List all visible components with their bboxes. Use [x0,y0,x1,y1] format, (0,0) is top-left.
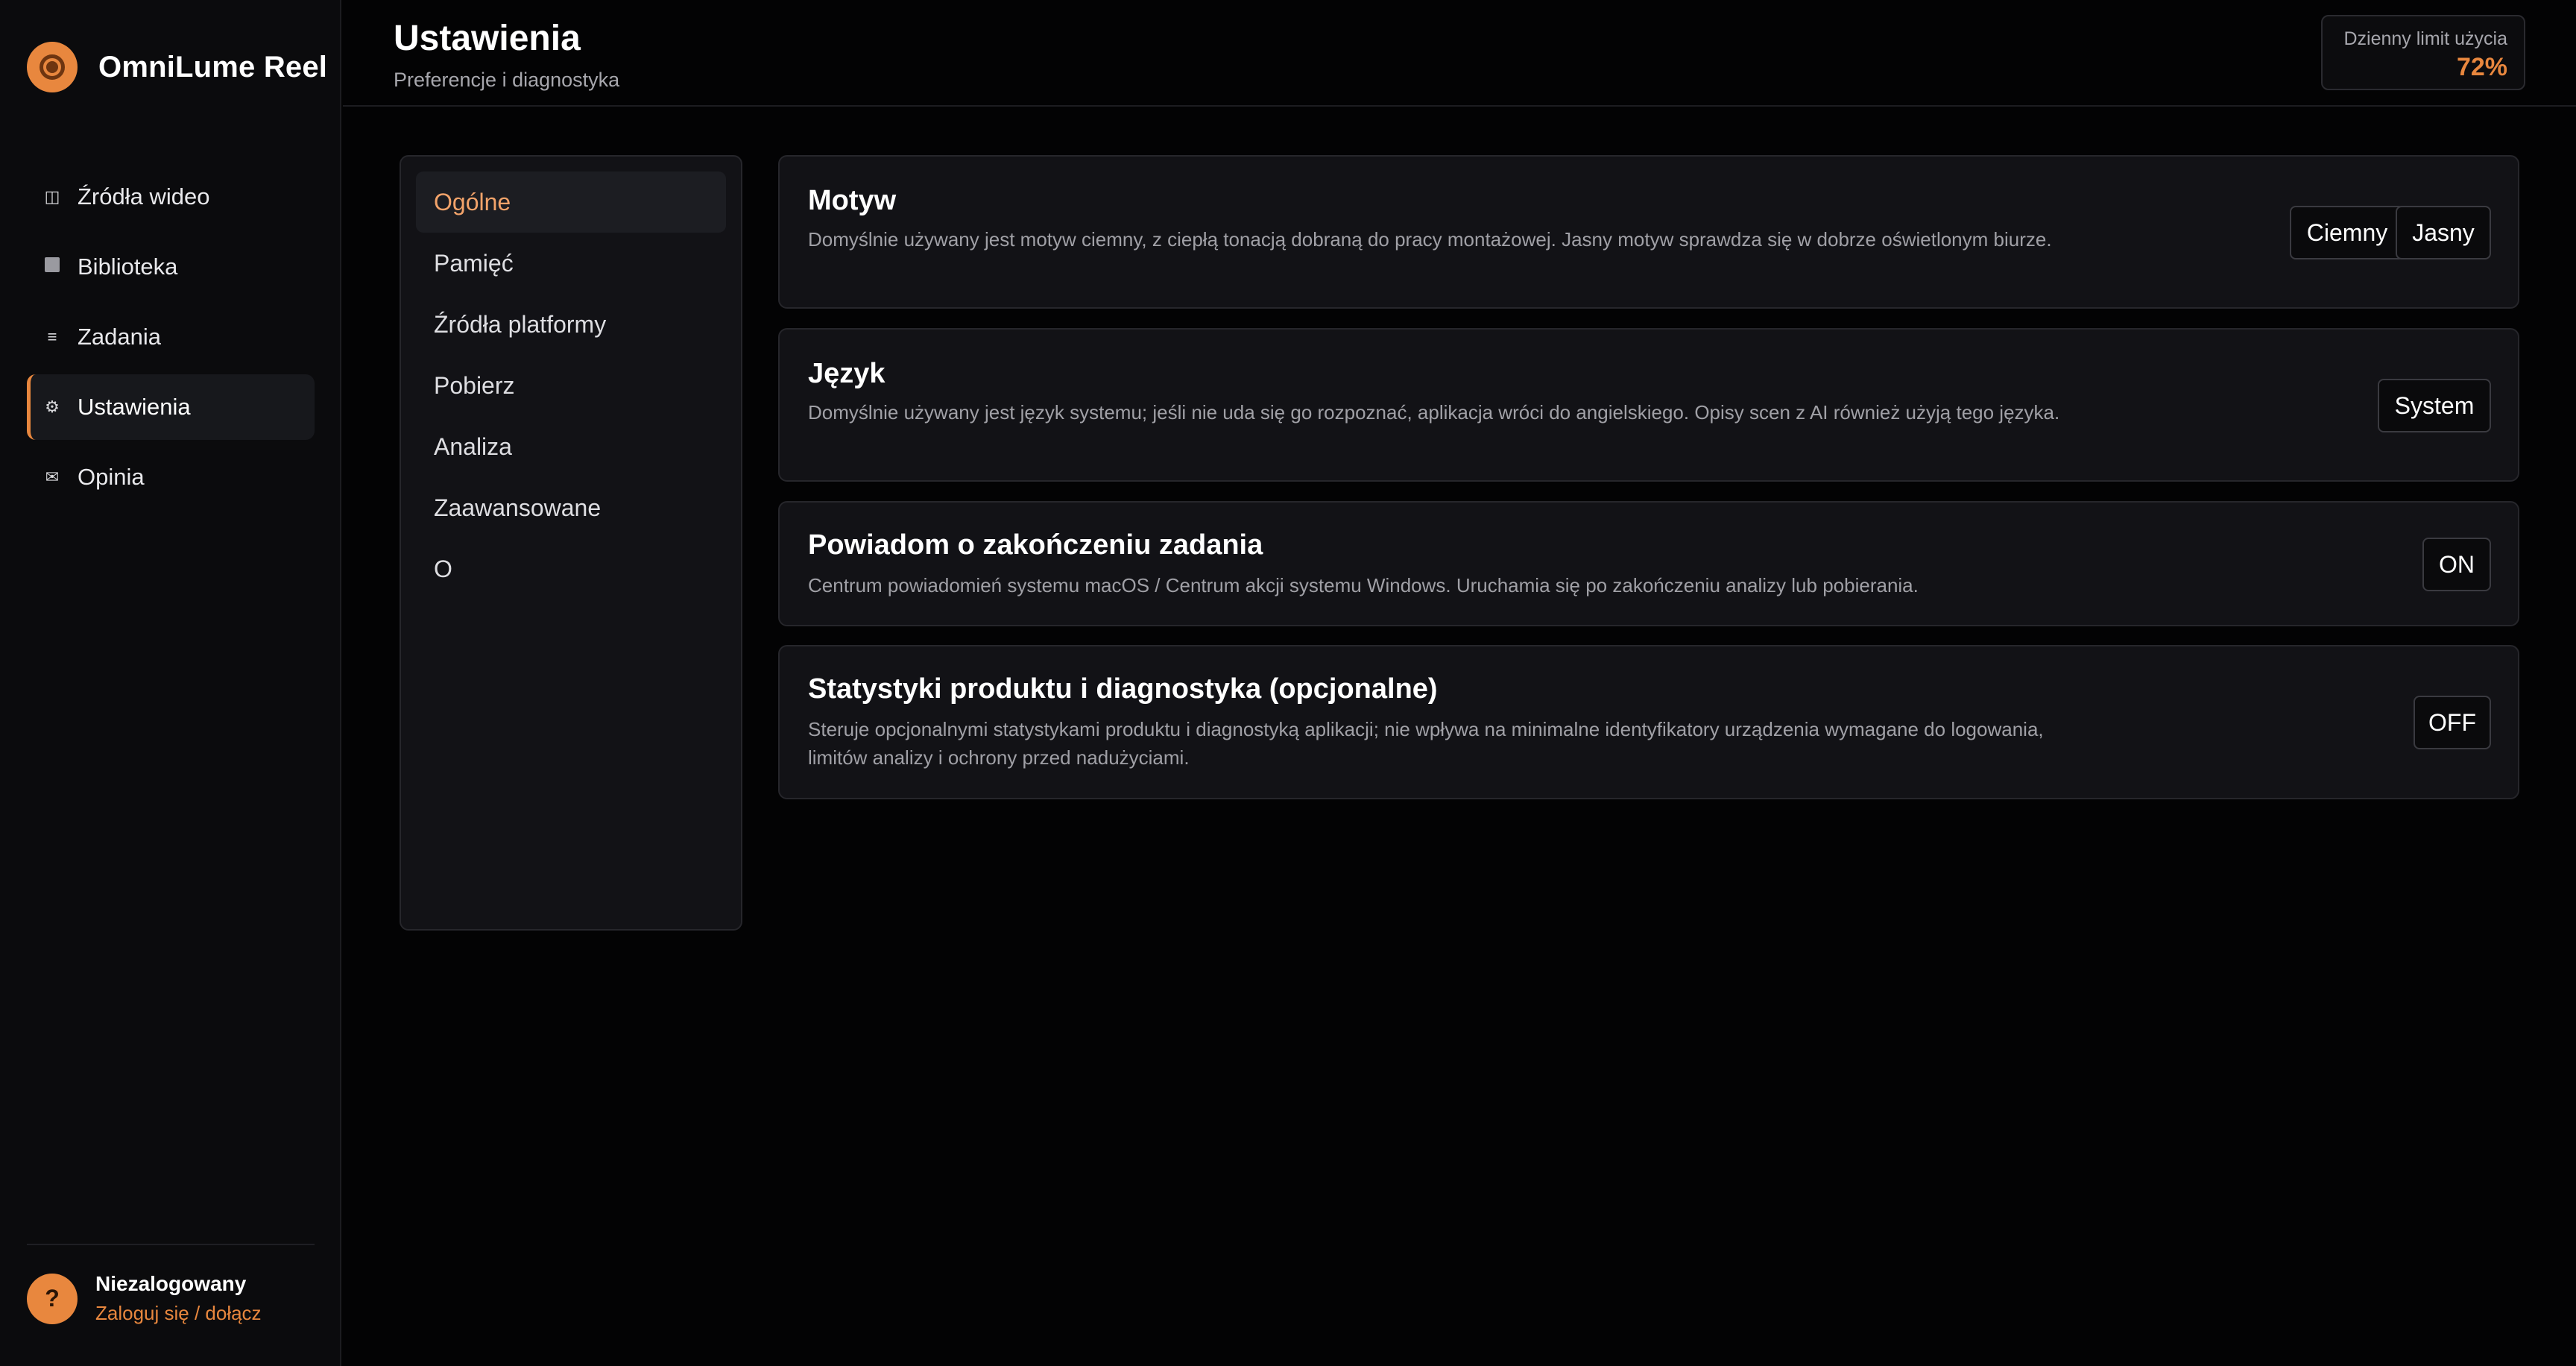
setting-theme-card: Motyw Domyślnie używany jest motyw ciemn… [778,155,2519,309]
setting-telemetry-description: Steruje opcjonalnymi statystykami produk… [808,718,2044,769]
setting-theme-title: Motyw [808,185,897,216]
settings-category-menu: Ogólne Pamięć Źródła platformy Pobierz A… [400,155,742,931]
sidebar-item-label: Opinia [78,464,145,490]
setting-telemetry-card: Statystyki produktu i diagnostyka (opcjo… [778,645,2519,799]
page-title: Ustawienia [394,19,581,58]
sidebar-item-label: Biblioteka [78,254,178,280]
brand[interactable]: OmniLume Reel [27,42,327,92]
notify-toggle[interactable]: ON [2422,538,2491,591]
settings-tab-about[interactable]: O [416,538,726,599]
usage-limit-value: 72% [2456,53,2507,81]
settings-tab-download[interactable]: Pobierz [416,355,726,416]
setting-language-title: Język [808,358,886,389]
settings-tab-advanced[interactable]: Zaawansowane [416,477,726,538]
user-panel[interactable]: ? Niezalogowany Zaloguj się / dołącz [27,1272,262,1325]
settings-tab-platform-sources[interactable]: Źródła platformy [416,294,726,355]
theme-dark-button[interactable]: Ciemny [2290,206,2405,259]
settings-tab-general[interactable]: Ogólne [416,171,726,233]
film-reel-icon [27,42,78,92]
app-window: OmniLume Reel ◫ Źródła wideo Biblioteka … [0,0,2576,1366]
gear-icon: ⚙ [45,397,60,416]
sidebar-item-label: Źródła wideo [78,183,210,210]
page-subtitle: Preferencje i diagnostyka [394,69,620,91]
theme-light-button[interactable]: Jasny [2396,206,2491,259]
square-icon [43,257,61,277]
sidebar-item-label: Zadania [78,324,162,350]
login-link[interactable]: Zaloguj się / dołącz [95,1302,262,1325]
setting-theme-description: Domyślnie używany jest motyw ciemny, z c… [808,228,2052,251]
list-icon: ≡ [47,327,57,346]
sidebar-item-feedback[interactable]: ✉ Opinia [27,444,315,510]
page-header: Ustawienia Preferencje i diagnostyka Dzi… [343,0,2576,107]
setting-telemetry-title: Statystyki produktu i diagnostyka (opcjo… [808,673,1438,705]
user-status: Niezalogowany [95,1272,247,1295]
sidebar-item-tasks[interactable]: ≡ Zadania [27,304,315,370]
sidebar-item-video-sources[interactable]: ◫ Źródła wideo [27,164,315,230]
setting-language-card: Język Domyślnie używany jest język syste… [778,328,2519,482]
sidebar: OmniLume Reel ◫ Źródła wideo Biblioteka … [0,0,341,1366]
sidebar-item-settings[interactable]: ⚙ Ustawienia [27,374,315,440]
sidebar-nav: ◫ Źródła wideo Biblioteka ≡ Zadania ⚙ Us… [27,164,315,514]
columns-icon: ◫ [44,187,60,206]
setting-notify-description: Centrum powiadomień systemu macOS / Cent… [808,574,1919,597]
setting-language-description: Domyślnie używany jest język systemu; je… [808,401,2060,424]
sidebar-item-label: Ustawienia [78,394,191,420]
setting-notify-title: Powiadom o zakończeniu zadania [808,529,1263,561]
usage-limit-label: Dzienny limit użycia [2343,28,2507,49]
sidebar-item-library[interactable]: Biblioteka [27,234,315,300]
settings-tab-memory[interactable]: Pamięć [416,233,726,294]
telemetry-toggle[interactable]: OFF [2414,696,2491,749]
settings-tab-analysis[interactable]: Analiza [416,416,726,477]
setting-notify-card: Powiadom o zakończeniu zadania Centrum p… [778,501,2519,626]
avatar[interactable]: ? [27,1273,78,1324]
app-name: OmniLume Reel [98,50,328,84]
sidebar-divider [27,1244,315,1245]
envelope-icon: ✉ [45,468,60,486]
language-select-button[interactable]: System [2378,379,2491,432]
usage-limit-badge: Dzienny limit użycia 72% [2321,15,2525,90]
